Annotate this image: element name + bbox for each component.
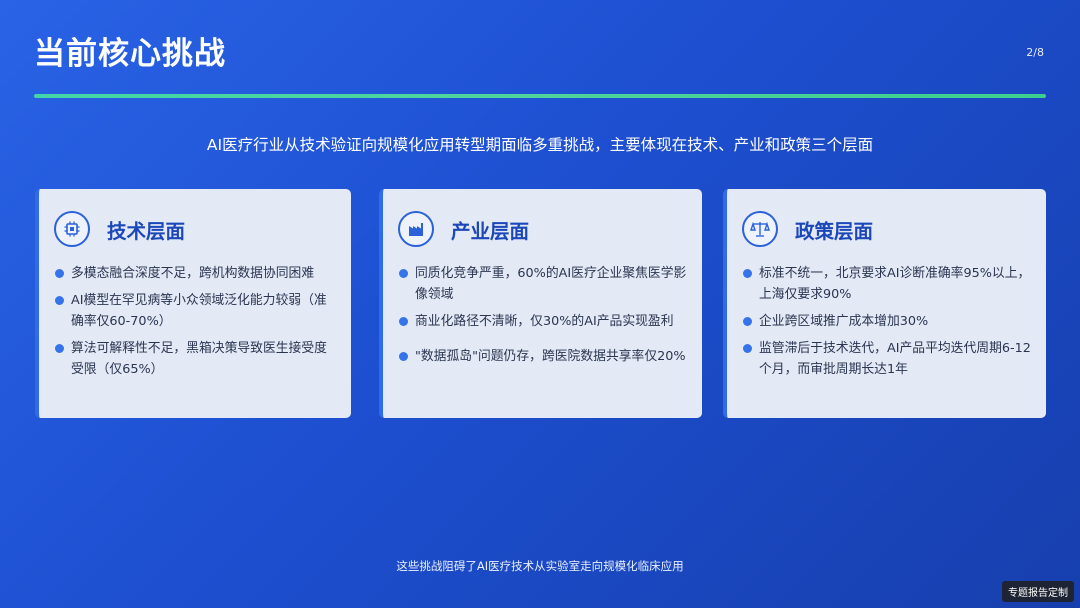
list-item: "数据孤岛"问题仍存，跨医院数据共享率仅20% — [398, 346, 688, 367]
chip-icon — [54, 211, 90, 247]
bullet-list: 标准不统一，北京要求AI诊断准确率95%以上，上海仅要求90% 企业跨区域推广成… — [742, 263, 1032, 386]
slide-title: 当前核心挑战 — [34, 36, 226, 72]
page-indicator: 2/8 — [1026, 46, 1044, 59]
list-item: 标准不统一，北京要求AI诊断准确率95%以上，上海仅要求90% — [742, 263, 1032, 305]
card-technology: 技术层面 多模态融合深度不足，跨机构数据协同困难 AI模型在罕见病等小众领域泛化… — [35, 189, 351, 418]
scale-icon — [742, 211, 778, 247]
card-header: 产业层面 — [398, 209, 529, 249]
list-item: 商业化路径不清晰，仅30%的AI产品实现盈利 — [398, 311, 688, 332]
custom-report-badge: 专题报告定制 — [1002, 581, 1074, 602]
card-policy: 政策层面 标准不统一，北京要求AI诊断准确率95%以上，上海仅要求90% 企业跨… — [723, 189, 1046, 418]
list-item: 算法可解释性不足，黑箱决策导致医生接受度受限（仅65%） — [54, 338, 337, 380]
list-item: AI模型在罕见病等小众领域泛化能力较弱（准确率仅60-70%） — [54, 290, 337, 332]
card-header: 政策层面 — [742, 209, 873, 249]
list-item: 企业跨区域推广成本增加30% — [742, 311, 1032, 332]
list-item: 同质化竞争严重，60%的AI医疗企业聚焦医学影像领域 — [398, 263, 688, 305]
card-title: 技术层面 — [107, 219, 186, 243]
slide-subtitle: AI医疗行业从技术验证向规模化应用转型期面临多重挑战，主要体现在技术、产业和政策… — [206, 136, 874, 154]
list-item: 多模态融合深度不足，跨机构数据协同困难 — [54, 263, 337, 284]
card-industry: 产业层面 同质化竞争严重，60%的AI医疗企业聚焦医学影像领域 商业化路径不清晰… — [379, 189, 702, 418]
factory-icon — [398, 211, 434, 247]
bullet-list: 同质化竞争严重，60%的AI医疗企业聚焦医学影像领域 商业化路径不清晰，仅30%… — [398, 263, 688, 373]
card-title: 产业层面 — [451, 219, 530, 243]
card-header: 技术层面 — [54, 209, 185, 249]
list-item: 监管滞后于技术迭代，AI产品平均迭代周期6-12个月，而审批周期长达1年 — [742, 338, 1032, 380]
title-divider — [34, 94, 1046, 98]
bullet-list: 多模态融合深度不足，跨机构数据协同困难 AI模型在罕见病等小众领域泛化能力较弱（… — [54, 263, 337, 386]
card-title: 政策层面 — [795, 219, 874, 243]
footer-note: 这些挑战阻碍了AI医疗技术从实验室走向规模化临床应用 — [396, 559, 684, 573]
